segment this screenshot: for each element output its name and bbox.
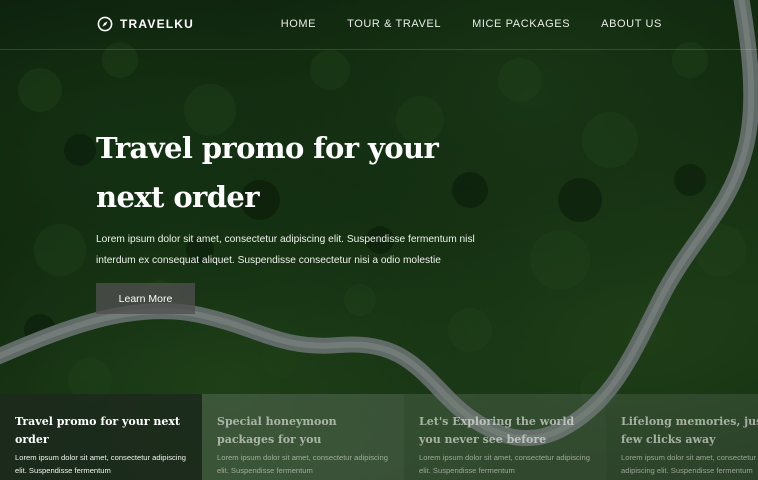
nav-links: HOME TOUR & TRAVEL MICE PACKAGES ABOUT U…: [250, 18, 662, 30]
hero-section: TRAVELKU HOME TOUR & TRAVEL MICE PACKAGE…: [0, 0, 758, 480]
brand-name: TRAVELKU: [120, 17, 195, 31]
card-text: Lorem ipsum dolor sit amet, consectetur …: [621, 453, 757, 475]
hero-headline: Travel promo for your next order: [96, 131, 439, 214]
top-navbar: TRAVELKU HOME TOUR & TRAVEL MICE PACKAGE…: [0, 0, 758, 50]
nav-link-about-us[interactable]: ABOUT US: [601, 18, 662, 30]
feature-card-exploring[interactable]: Let's Exploring the world you never see …: [404, 394, 606, 480]
nav-link-tour-travel[interactable]: TOUR & TRAVEL: [347, 18, 441, 30]
nav-link-home[interactable]: HOME: [281, 18, 316, 30]
card-text: Lorem ipsum dolor sit amet, consectetur …: [15, 453, 186, 475]
card-title: Lifelong memories, just a few clicks awa…: [621, 415, 758, 446]
feature-card-memories[interactable]: Lifelong memories, just a few clicks awa…: [606, 394, 758, 480]
card-title: Let's Exploring the world you never see …: [419, 415, 575, 446]
brand-logo[interactable]: TRAVELKU: [97, 16, 194, 32]
compass-icon: [97, 16, 113, 32]
feature-card-promo[interactable]: Travel promo for your next order Lorem i…: [0, 394, 202, 480]
learn-more-button[interactable]: Learn More: [96, 283, 195, 314]
feature-card-honeymoon[interactable]: Special honeymoon packages for you Lorem…: [202, 394, 404, 480]
nav-link-mice-packages[interactable]: MICE PACKAGES: [472, 18, 570, 30]
card-title: Travel promo for your next order: [15, 415, 181, 446]
hero-lead-text: Lorem ipsum dolor sit amet, consectetur …: [96, 234, 475, 266]
card-text: Lorem ipsum dolor sit amet, consectetur …: [419, 453, 590, 475]
card-text: Lorem ipsum dolor sit amet, consectetur …: [217, 453, 388, 475]
feature-cards: Travel promo for your next order Lorem i…: [0, 394, 758, 480]
card-title: Special honeymoon packages for you: [217, 415, 337, 446]
